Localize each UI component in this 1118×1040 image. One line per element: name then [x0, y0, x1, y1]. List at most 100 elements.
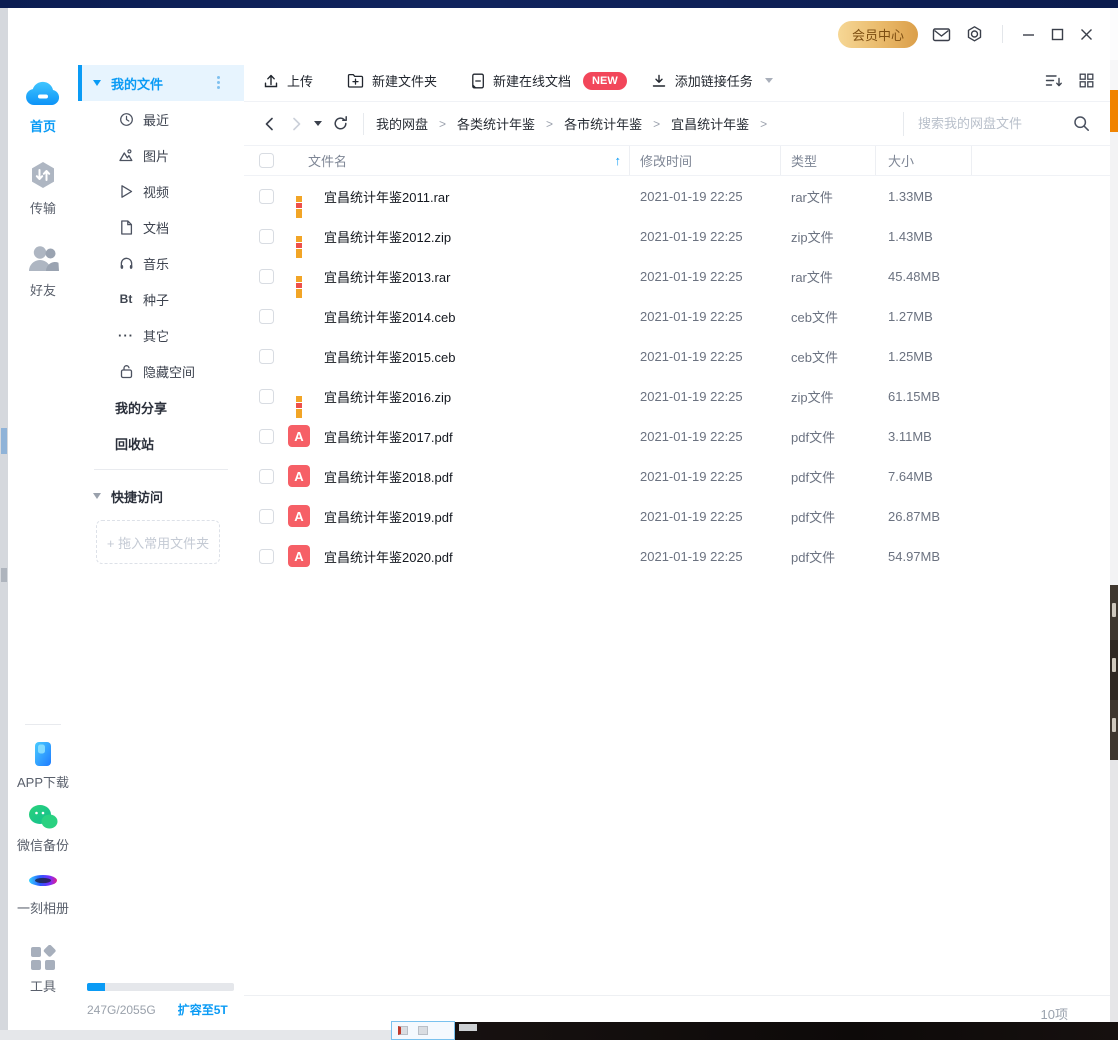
drop-folder-hint[interactable]: + 拖入常用文件夹: [96, 520, 220, 564]
table-row[interactable]: 宜昌统计年鉴2014.ceb 2021-01-19 22:25 ceb文件 1.…: [244, 296, 1110, 336]
history-dropdown-icon[interactable]: [314, 121, 322, 126]
more-options-icon[interactable]: [217, 76, 220, 79]
row-checkbox[interactable]: [258, 548, 274, 564]
breadcrumb-item[interactable]: 宜昌统计年鉴: [671, 114, 749, 133]
upload-button[interactable]: 上传: [263, 71, 313, 90]
file-name[interactable]: 宜昌统计年鉴2019.pdf: [318, 507, 630, 526]
lock-icon: [118, 363, 134, 379]
file-name[interactable]: 宜昌统计年鉴2016.zip: [318, 387, 630, 406]
sort-order-icon[interactable]: [1045, 73, 1063, 88]
new-online-doc-button[interactable]: 新建在线文档: [471, 71, 571, 90]
row-checkbox[interactable]: [258, 468, 274, 484]
breadcrumb-item[interactable]: 我的网盘: [376, 114, 428, 133]
chevron-down-icon[interactable]: [764, 78, 773, 83]
breadcrumb-item[interactable]: 各类统计年鉴: [457, 114, 535, 133]
member-center-button[interactable]: 会员中心: [838, 20, 918, 48]
row-checkbox[interactable]: [258, 508, 274, 524]
table-row[interactable]: 宜昌统计年鉴2017.pdf 2021-01-19 22:25 pdf文件 3.…: [244, 416, 1110, 456]
table-row[interactable]: 宜昌统计年鉴2015.ceb 2021-01-19 22:25 ceb文件 1.…: [244, 336, 1110, 376]
rail-item-home[interactable]: 首页: [25, 78, 61, 135]
search-icon[interactable]: [1073, 115, 1090, 132]
sidebar-label-recent: 最近: [143, 112, 170, 128]
minimize-button[interactable]: [1021, 27, 1036, 42]
file-name[interactable]: 宜昌统计年鉴2018.pdf: [318, 467, 630, 486]
add-link-task-button[interactable]: 添加链接任务: [651, 71, 773, 90]
rail-label-wechat-backup: 微信备份: [16, 838, 69, 853]
sidebar-divider: [94, 469, 228, 470]
file-name[interactable]: 宜昌统计年鉴2017.pdf: [318, 427, 630, 446]
sidebar-item-videos[interactable]: 视频: [78, 173, 244, 209]
sidebar-item-others[interactable]: ··· 其它: [78, 317, 244, 353]
sidebar-item-recent[interactable]: 最近: [78, 101, 244, 137]
chevron-down-icon[interactable]: [93, 493, 101, 499]
forward-button[interactable]: [288, 116, 304, 132]
sidebar-item-torrents[interactable]: Bt 种子: [78, 281, 244, 317]
file-name[interactable]: 宜昌统计年鉴2013.rar: [318, 267, 630, 286]
close-button[interactable]: [1079, 27, 1094, 42]
row-checkbox[interactable]: [258, 388, 274, 404]
rail-item-photo-album[interactable]: 一刻相册: [17, 867, 69, 917]
column-header-time[interactable]: 修改时间: [630, 146, 781, 175]
mail-icon[interactable]: [932, 26, 951, 43]
sort-ascending-icon[interactable]: ↑: [615, 153, 622, 168]
sidebar-label-hidden-space: 隐藏空间: [143, 364, 196, 380]
sidebar-item-pictures[interactable]: 图片: [78, 137, 244, 173]
search-input[interactable]: [918, 116, 1073, 131]
table-row[interactable]: 宜昌统计年鉴2013.rar 2021-01-19 22:25 rar文件 45…: [244, 256, 1110, 296]
sidebar-item-quick-access[interactable]: 快捷访问: [78, 478, 244, 514]
rail-label-transfer: 传输: [29, 201, 56, 216]
table-row[interactable]: 宜昌统计年鉴2012.zip 2021-01-19 22:25 zip文件 1.…: [244, 216, 1110, 256]
settings-gear-icon[interactable]: [965, 25, 984, 44]
refresh-icon[interactable]: [332, 115, 349, 132]
maximize-button[interactable]: [1050, 27, 1065, 42]
rail-item-wechat-backup[interactable]: 微信备份: [17, 804, 69, 854]
column-header-type[interactable]: 类型: [781, 146, 876, 175]
row-checkbox[interactable]: [258, 188, 274, 204]
expand-storage-link[interactable]: 扩容至5T: [178, 1001, 228, 1018]
select-all-checkbox[interactable]: [258, 153, 274, 168]
column-header-name[interactable]: 文件名 ↑: [288, 146, 630, 175]
file-name[interactable]: 宜昌统计年鉴2020.pdf: [318, 547, 630, 566]
row-checkbox[interactable]: [258, 348, 274, 364]
file-modified-time: 2021-01-19 22:25: [640, 548, 743, 564]
file-name[interactable]: 宜昌统计年鉴2015.ceb: [318, 347, 630, 366]
table-row[interactable]: 宜昌统计年鉴2018.pdf 2021-01-19 22:25 pdf文件 7.…: [244, 456, 1110, 496]
row-checkbox[interactable]: [258, 428, 274, 444]
new-folder-button[interactable]: 新建文件夹: [347, 71, 437, 90]
table-row[interactable]: 宜昌统计年鉴2011.rar 2021-01-19 22:25 rar文件 1.…: [244, 176, 1110, 216]
rail-item-app-download[interactable]: APP下载: [17, 741, 69, 791]
breadcrumb-item[interactable]: 各市统计年鉴: [564, 114, 642, 133]
table-row[interactable]: 宜昌统计年鉴2016.zip 2021-01-19 22:25 zip文件 61…: [244, 376, 1110, 416]
file-size: 1.25MB: [888, 348, 933, 364]
file-size: 61.15MB: [888, 388, 941, 404]
bt-icon: Bt: [119, 292, 133, 306]
phone-icon: [32, 741, 54, 767]
file-modified-time: 2021-01-19 22:25: [640, 388, 743, 404]
file-size: 3.11MB: [888, 428, 932, 444]
row-checkbox[interactable]: [258, 268, 274, 284]
grid-view-icon[interactable]: [1079, 73, 1094, 88]
file-name[interactable]: 宜昌统计年鉴2011.rar: [318, 187, 630, 206]
row-checkbox[interactable]: [258, 308, 274, 324]
chevron-down-icon[interactable]: [93, 80, 101, 86]
table-row[interactable]: 宜昌统计年鉴2019.pdf 2021-01-19 22:25 pdf文件 26…: [244, 496, 1110, 536]
table-row[interactable]: 宜昌统计年鉴2020.pdf 2021-01-19 22:25 pdf文件 54…: [244, 536, 1110, 576]
sidebar-label-torrents: 种子: [143, 292, 170, 308]
rail-item-tools[interactable]: 工具: [30, 945, 56, 995]
sidebar-item-my-files[interactable]: 我的文件: [78, 65, 244, 101]
rail-item-transfer[interactable]: 传输: [28, 160, 58, 217]
sidebar-item-recycle-bin[interactable]: 回收站: [78, 425, 244, 461]
file-name[interactable]: 宜昌统计年鉴2014.ceb: [318, 307, 630, 326]
row-checkbox[interactable]: [258, 228, 274, 244]
sidebar-item-documents[interactable]: 文档: [78, 209, 244, 245]
background-mark: [1, 568, 7, 582]
rail-item-friends[interactable]: 好友: [27, 242, 59, 299]
column-header-size[interactable]: 大小: [876, 146, 972, 175]
table-header: 文件名 ↑ 修改时间 类型 大小: [244, 145, 1110, 176]
sidebar-item-my-share[interactable]: 我的分享: [78, 389, 244, 425]
back-button[interactable]: [262, 116, 278, 132]
file-name[interactable]: 宜昌统计年鉴2012.zip: [318, 227, 630, 246]
sidebar-item-music[interactable]: 音乐: [78, 245, 244, 281]
sidebar-item-hidden-space[interactable]: 隐藏空间: [78, 353, 244, 389]
breadcrumb: 我的网盘 > 各类统计年鉴 > 各市统计年鉴 > 宜昌统计年鉴 >: [376, 114, 778, 133]
